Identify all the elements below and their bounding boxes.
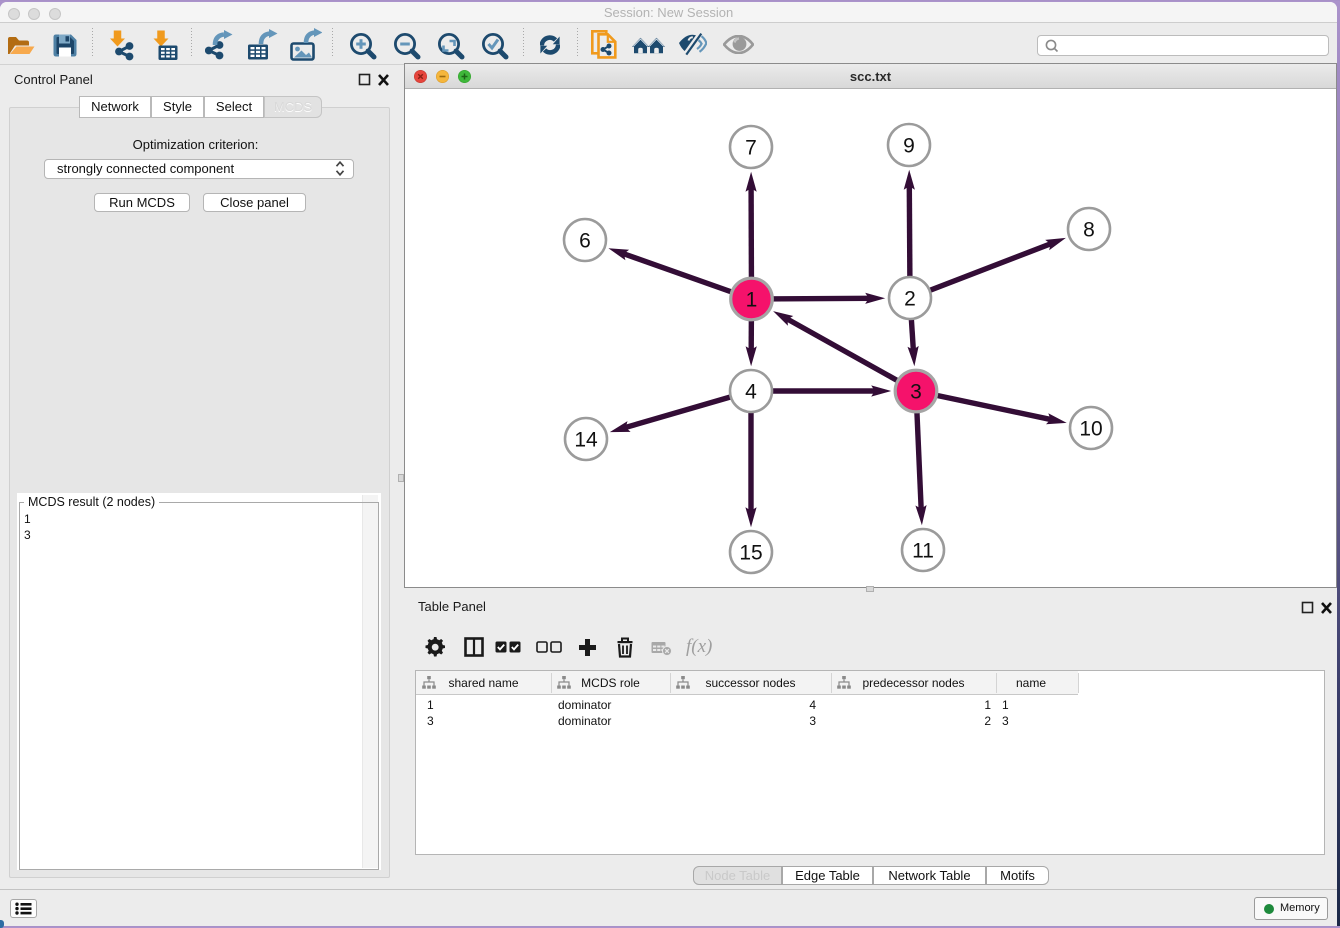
svg-text:9: 9 — [903, 135, 915, 158]
svg-text:14: 14 — [574, 429, 598, 452]
svg-text:4: 4 — [745, 381, 757, 404]
svg-text:8: 8 — [1083, 219, 1095, 242]
svg-text:7: 7 — [745, 137, 757, 160]
svg-text:6: 6 — [579, 230, 591, 253]
svg-text:11: 11 — [912, 540, 934, 563]
svg-text:15: 15 — [739, 542, 762, 565]
svg-text:10: 10 — [1079, 418, 1102, 441]
svg-text:2: 2 — [904, 288, 916, 311]
svg-text:1: 1 — [746, 289, 758, 312]
svg-text:3: 3 — [910, 381, 922, 404]
